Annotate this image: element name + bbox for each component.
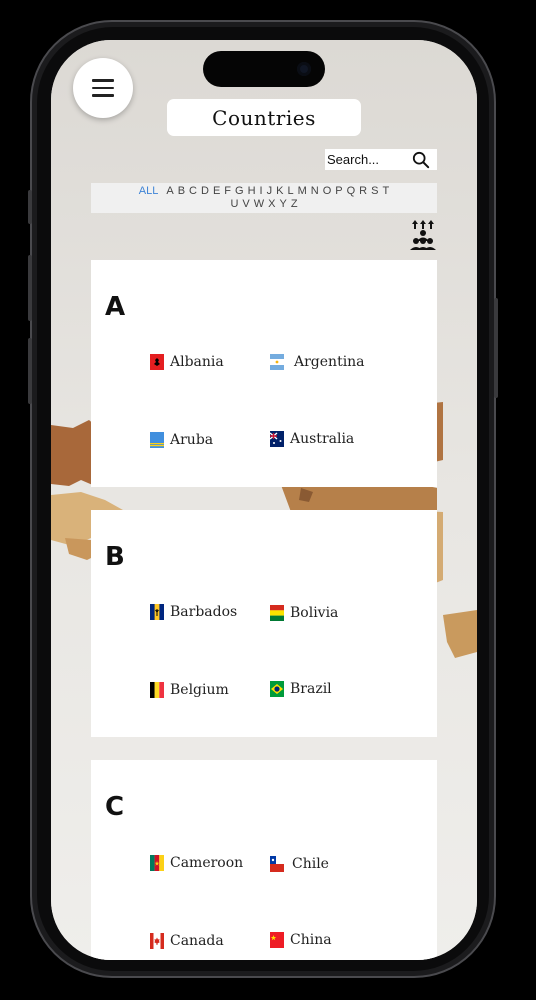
flag-aruba-icon — [150, 432, 164, 448]
alphabet-letter[interactable]: V — [242, 198, 249, 211]
country-item-aruba[interactable]: Aruba — [150, 432, 213, 448]
country-name: Aruba — [170, 432, 214, 448]
country-name: Bolivia — [290, 605, 339, 621]
section-letter: A — [105, 292, 126, 322]
country-item-albania[interactable]: Albania — [150, 354, 224, 370]
country-name: Belgium — [170, 682, 229, 698]
flag-argentina-icon — [270, 354, 284, 370]
alphabet-letter[interactable]: D — [201, 185, 209, 198]
alphabet-letter[interactable]: F — [224, 185, 231, 198]
alphabet-letter[interactable]: J — [267, 185, 273, 198]
power-button — [494, 298, 498, 398]
alphabet-letter[interactable]: X — [268, 198, 275, 211]
country-section-b: B Barbados Bolivia Belgium Brazil — [91, 510, 437, 737]
population-sort-icon[interactable] — [409, 220, 437, 250]
country-item-cameroon[interactable]: Cameroon — [150, 855, 243, 871]
country-name: Australia — [290, 431, 355, 447]
country-item-barbados[interactable]: Barbados — [150, 604, 237, 620]
flag-cameroon-icon — [150, 855, 164, 871]
page-title-text: Countries — [212, 105, 316, 130]
flag-australia-icon — [270, 431, 284, 447]
country-name: Barbados — [170, 604, 238, 620]
country-item-bolivia[interactable]: Bolivia — [270, 605, 338, 621]
country-name: Canada — [170, 933, 224, 949]
country-name: Argentina — [294, 354, 365, 370]
action-button — [28, 190, 32, 224]
alphabet-letter[interactable]: Y — [279, 198, 286, 211]
alphabet-letter[interactable]: U — [230, 198, 238, 211]
alphabet-letter[interactable]: S — [371, 185, 378, 198]
flag-albania-icon — [150, 354, 164, 370]
alphabet-filter: ALL A B C D E F G H I J K L M N O P Q R S T UVWXYZ — [91, 183, 437, 213]
dynamic-island — [203, 51, 325, 87]
alphabet-letter[interactable]: L — [287, 185, 293, 198]
search-input[interactable] — [325, 152, 407, 167]
flag-barbados-icon — [150, 604, 164, 620]
alphabet-letter[interactable]: I — [260, 185, 263, 198]
alphabet-letter[interactable]: M — [298, 185, 307, 198]
country-section-a: A Albania Argentina Aruba Australia — [91, 260, 437, 487]
country-name: Albania — [170, 354, 224, 370]
page-title: Countries — [167, 99, 361, 136]
alphabet-letter[interactable]: G — [235, 185, 244, 198]
front-camera — [297, 62, 311, 76]
flag-bolivia-icon — [270, 605, 284, 621]
hamburger-icon-line — [92, 94, 114, 97]
country-item-australia[interactable]: Australia — [270, 431, 354, 447]
alphabet-letter[interactable]: E — [213, 185, 220, 198]
country-section-c: C Cameroon Chile Canada China — [91, 760, 437, 960]
alphabet-letter[interactable]: B — [178, 185, 185, 198]
country-name: Cameroon — [170, 855, 244, 871]
flag-canada-icon — [150, 933, 164, 949]
flag-chile-icon — [270, 856, 284, 872]
alphabet-letter[interactable]: H — [248, 185, 256, 198]
country-item-chile[interactable]: Chile — [270, 856, 329, 872]
alphabet-letter[interactable]: T — [382, 185, 389, 198]
hamburger-icon-line — [92, 79, 114, 82]
hamburger-icon-line — [92, 86, 114, 90]
country-item-brazil[interactable]: Brazil — [270, 681, 332, 697]
section-letter: B — [105, 542, 125, 572]
alphabet-letter[interactable]: Z — [291, 198, 298, 211]
section-letter: C — [105, 792, 125, 822]
alphabet-letter[interactable]: K — [276, 185, 283, 198]
country-item-canada[interactable]: Canada — [150, 933, 224, 949]
alphabet-all[interactable]: ALL — [139, 185, 159, 198]
country-name: Chile — [292, 856, 329, 872]
alphabet-letter[interactable]: A — [166, 185, 173, 198]
phone-screen: Countries ALLABCDEFGHIJKLMNOPQRST UVWXYZ — [51, 40, 477, 960]
menu-button[interactable] — [73, 58, 133, 118]
volume-down-button — [28, 338, 32, 404]
alphabet-letter[interactable]: P — [335, 185, 342, 198]
country-item-belgium[interactable]: Belgium — [150, 682, 229, 698]
alphabet-letter[interactable]: R — [359, 185, 367, 198]
alphabet-letter[interactable]: C — [189, 185, 197, 198]
alphabet-letter[interactable]: Q — [347, 185, 356, 198]
search-icon[interactable] — [412, 151, 430, 169]
flag-china-icon — [270, 932, 284, 948]
country-name: Brazil — [290, 681, 332, 697]
volume-up-button — [28, 255, 32, 321]
alphabet-letter[interactable]: O — [323, 185, 332, 198]
country-item-argentina[interactable]: Argentina — [270, 354, 365, 370]
flag-brazil-icon — [270, 681, 284, 697]
flag-belgium-icon — [150, 682, 164, 698]
country-item-china[interactable]: China — [270, 932, 332, 948]
alphabet-letter[interactable]: W — [254, 198, 264, 211]
alphabet-letter[interactable]: N — [311, 185, 319, 198]
country-name: China — [290, 932, 332, 948]
search-bar — [325, 149, 437, 170]
